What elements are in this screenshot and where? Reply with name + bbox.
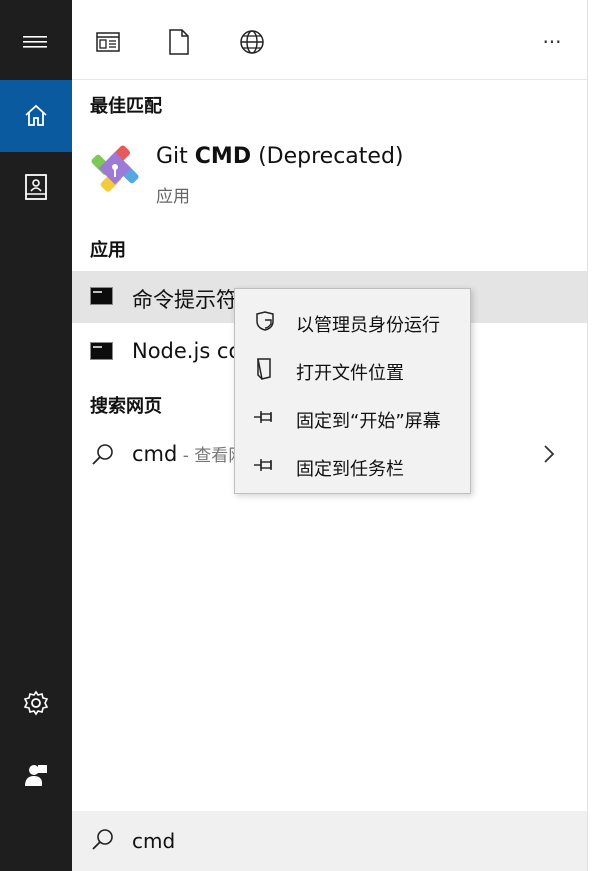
search-input[interactable]: cmd	[132, 829, 175, 853]
more-button[interactable]: ···	[536, 26, 568, 58]
web-filter-icon	[240, 30, 264, 54]
context-item-label: 固定到任务栏	[296, 459, 404, 480]
apps-filter-button[interactable]	[92, 26, 124, 58]
git-cmd-app-icon	[91, 145, 139, 192]
shield-icon	[253, 309, 277, 333]
web-search-header: 搜索网页	[90, 396, 162, 417]
app-item-label: 命令提示符	[132, 288, 237, 312]
person-icon	[25, 765, 47, 786]
gear-icon	[23, 690, 49, 716]
home-icon	[25, 104, 47, 126]
documents-filter-button[interactable]	[163, 26, 195, 58]
search-box[interactable]: cmd	[72, 811, 587, 871]
best-match-title-suffix: (Deprecated)	[251, 144, 404, 169]
search-icon	[92, 444, 113, 465]
apps-header: 应用	[90, 240, 126, 261]
context-item-run-as-admin[interactable]: 以管理员身份运行	[235, 297, 470, 345]
web-search-query: cmd	[132, 442, 178, 466]
hamburger-icon	[23, 36, 47, 48]
context-item-label: 打开文件位置	[296, 363, 404, 384]
apps-filter-icon	[96, 32, 120, 52]
best-match-title: Git CMD (Deprecated)	[156, 144, 404, 169]
notebook-icon	[25, 174, 47, 200]
context-item-label: 固定到“开始”屏幕	[296, 411, 441, 432]
best-match-item[interactable]: Git CMD (Deprecated) 应用	[72, 128, 587, 214]
folder-location-icon	[253, 357, 277, 381]
chevron-right-icon[interactable]	[542, 444, 556, 464]
documents-filter-icon	[169, 29, 189, 55]
context-menu: 以管理员身份运行 打开文件位置 固定到“开始”屏幕 固定到任务栏	[234, 288, 471, 494]
left-rail	[0, 0, 72, 871]
user-button[interactable]	[0, 739, 72, 811]
context-item-open-location[interactable]: 打开文件位置	[235, 345, 470, 393]
context-item-label: 以管理员身份运行	[296, 315, 440, 336]
cmd-icon	[90, 287, 113, 305]
pin-icon	[253, 453, 277, 477]
best-match-header: 最佳匹配	[90, 96, 162, 117]
pin-icon	[253, 405, 277, 429]
settings-button[interactable]	[0, 667, 72, 739]
documents-button[interactable]	[0, 151, 72, 223]
menu-button[interactable]	[0, 6, 72, 78]
context-item-pin-to-taskbar[interactable]: 固定到任务栏	[235, 441, 470, 489]
home-button[interactable]	[0, 80, 72, 152]
cmd-icon	[90, 342, 113, 360]
panel-edge	[587, 0, 597, 871]
filter-toolbar: ···	[72, 0, 587, 80]
more-icon: ···	[542, 30, 562, 54]
search-icon	[92, 829, 113, 850]
best-match-type: 应用	[156, 187, 190, 207]
best-match-title-prefix: Git	[156, 144, 195, 169]
context-item-pin-to-start[interactable]: 固定到“开始”屏幕	[235, 393, 470, 441]
web-filter-button[interactable]	[236, 26, 268, 58]
best-match-title-bold: CMD	[194, 144, 252, 169]
